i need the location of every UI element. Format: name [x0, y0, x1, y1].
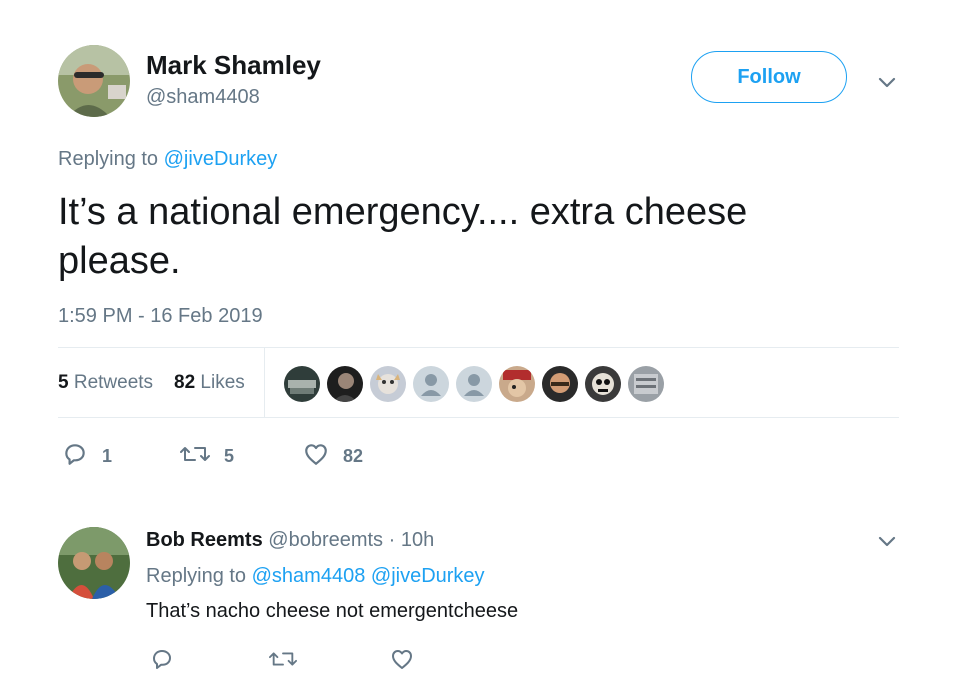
- reply-like-action[interactable]: [390, 647, 414, 676]
- replying-to-prefix: Replying to: [58, 148, 159, 170]
- reply-header: Bob Reemts @bobreemts · 10h: [146, 529, 434, 552]
- like-count: 82: [343, 446, 364, 466]
- retweets-label: Retweets: [73, 372, 154, 393]
- stats-bottom-divider: [58, 417, 899, 418]
- reply-author-avatar[interactable]: [58, 527, 130, 599]
- liker-avatar[interactable]: [325, 364, 365, 404]
- author-name[interactable]: Mark Shamley: [146, 50, 321, 81]
- like-action[interactable]: 82: [303, 441, 363, 472]
- author-avatar[interactable]: [58, 45, 130, 117]
- retweets-count: 5: [58, 372, 69, 393]
- replying-to-handle[interactable]: @jiveDurkey: [164, 148, 278, 170]
- reply-text: That’s nacho cheese not emergentcheese: [146, 600, 519, 622]
- reply-reply-action[interactable]: [150, 647, 174, 676]
- reply-replying-to-handle[interactable]: @jiveDurkey: [371, 565, 485, 587]
- reply-action[interactable]: 1: [62, 441, 112, 472]
- retweet-action[interactable]: 5: [180, 441, 234, 472]
- reply-retweet-action[interactable]: [269, 647, 297, 676]
- chevron-down-icon[interactable]: [877, 72, 897, 92]
- likes-label: Likes: [200, 372, 245, 393]
- liker-avatar[interactable]: [282, 364, 322, 404]
- reply-author-handle[interactable]: @bobreemts: [268, 529, 383, 551]
- liker-avatar[interactable]: [540, 364, 580, 404]
- liker-avatar[interactable]: [411, 364, 451, 404]
- stats-vertical-divider: [264, 348, 265, 417]
- heart-icon: [303, 441, 329, 472]
- liker-avatar[interactable]: [626, 364, 666, 404]
- reply-time[interactable]: 10h: [401, 529, 434, 551]
- likes-count: 82: [174, 372, 196, 393]
- retweet-icon: [180, 441, 210, 472]
- reply-replying-to-prefix: Replying to: [146, 565, 247, 587]
- retweet-icon: [269, 647, 297, 676]
- reply-icon: [150, 647, 174, 676]
- tweet-text: It’s a national emergency.... extra chee…: [58, 191, 748, 282]
- chevron-down-icon[interactable]: [877, 531, 897, 551]
- retweets-stat[interactable]: 5 Retweets: [58, 372, 153, 394]
- liker-avatar[interactable]: [497, 364, 537, 404]
- liker-avatar[interactable]: [454, 364, 494, 404]
- liker-avatar[interactable]: [583, 364, 623, 404]
- follow-button[interactable]: Follow: [691, 51, 847, 103]
- tweet-timestamp[interactable]: 1:59 PM - 16 Feb 2019: [58, 305, 263, 328]
- reply-icon: [62, 441, 88, 472]
- stats-top-divider: [58, 347, 899, 348]
- reply-count: 1: [102, 446, 113, 466]
- reply-separator: ·: [388, 529, 396, 551]
- heart-icon: [390, 647, 414, 676]
- retweet-count: 5: [224, 446, 235, 466]
- reply-author-name[interactable]: Bob Reemts: [146, 529, 263, 551]
- replying-to-line: Replying to @jiveDurkey: [58, 148, 277, 171]
- reply-replying-to-line: Replying to @sham4408 @jiveDurkey: [146, 565, 485, 588]
- reply-replying-to-handle[interactable]: @sham4408: [252, 565, 366, 587]
- likes-stat[interactable]: 82 Likes: [174, 372, 245, 394]
- liker-avatar[interactable]: [368, 364, 408, 404]
- author-handle[interactable]: @sham4408: [146, 86, 260, 109]
